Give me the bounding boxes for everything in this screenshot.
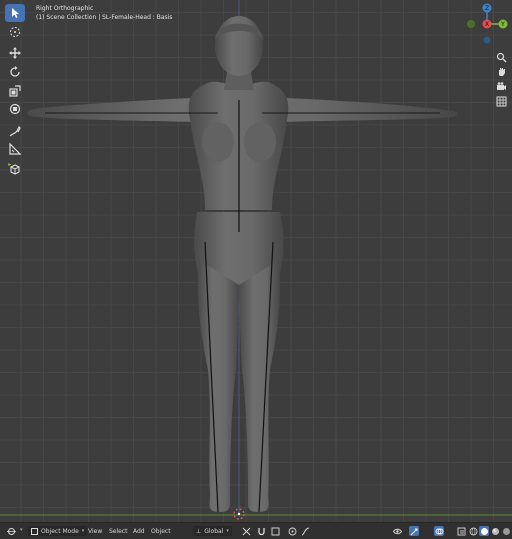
- menu-select[interactable]: Select: [109, 526, 128, 536]
- wireframe-sphere-icon: [469, 527, 477, 535]
- snap-target-button[interactable]: [270, 526, 280, 536]
- zoom-magnifier-icon: [496, 52, 506, 62]
- move-icon: [9, 47, 21, 59]
- viewport-header: ▾ Object Mode ▾ View Select Add Object ⊥…: [0, 522, 512, 539]
- cursor-tool[interactable]: [5, 23, 25, 41]
- svg-text:Z: Z: [485, 5, 489, 12]
- mode-label: Object Mode: [41, 527, 79, 535]
- scale-icon: [9, 85, 21, 97]
- chevron-down-icon: ▾: [81, 528, 85, 534]
- pivot-point-button[interactable]: [241, 526, 251, 536]
- orientation-label: Global: [204, 527, 224, 535]
- move-tool[interactable]: [5, 44, 25, 62]
- falloff-curve-icon: [301, 527, 309, 535]
- shading-solid-button[interactable]: [479, 526, 489, 536]
- collection-path: (1) Scene Collection | SL-Female-Head : …: [36, 14, 173, 21]
- menu-view[interactable]: View: [88, 526, 102, 536]
- navigation-gizmo[interactable]: Z Y X: [464, 2, 510, 50]
- overlays-toggle[interactable]: [434, 526, 444, 536]
- viewport-info: Right Orthographic (1) Scene Collection …: [36, 4, 172, 22]
- annotate-pencil-icon: [9, 125, 21, 137]
- xray-toggle[interactable]: [456, 526, 466, 536]
- falloff-button[interactable]: [300, 526, 310, 536]
- neg-z-axis-handle: [483, 36, 491, 44]
- overlays-circles-icon: [435, 528, 443, 534]
- select-box-tool[interactable]: [5, 4, 25, 22]
- orientation-axes-icon: ⊥: [196, 527, 202, 535]
- grid-icon: [496, 96, 506, 106]
- svg-text:X: X: [485, 21, 489, 28]
- scale-tool[interactable]: [5, 82, 25, 100]
- camera-view-button[interactable]: [494, 79, 508, 93]
- transform-icon: [9, 103, 21, 115]
- rotate-tool[interactable]: [5, 63, 25, 81]
- female-body-mesh[interactable]: [0, 0, 512, 522]
- chest-left: [202, 122, 234, 162]
- view-name: Right Orthographic: [36, 5, 94, 12]
- annotate-tool[interactable]: [5, 122, 25, 140]
- select-cursor-icon: [12, 8, 19, 18]
- material-sphere-icon: [491, 527, 499, 535]
- chest-right: [244, 122, 276, 162]
- measure-tool[interactable]: [5, 140, 25, 158]
- proportional-edit-icon: [288, 527, 296, 535]
- shading-material-button[interactable]: [490, 526, 500, 536]
- transform-orientation-dropdown[interactable]: ⊥ Global ▾: [193, 526, 232, 536]
- mode-dropdown[interactable]: Object Mode ▾: [28, 526, 88, 536]
- proportional-edit-toggle[interactable]: [287, 526, 297, 536]
- toggle-perspective-button[interactable]: [494, 94, 508, 108]
- gizmo-arrows-icon: [410, 528, 417, 535]
- chevron-down-icon: ▾: [20, 527, 23, 533]
- magnet-icon: [257, 527, 265, 535]
- gizmo-toggle[interactable]: [409, 526, 419, 536]
- measure-ruler-icon: [9, 142, 22, 155]
- menu-object[interactable]: Object: [151, 526, 171, 536]
- pivot-point-icon: [242, 527, 250, 535]
- zoom-button[interactable]: [494, 50, 508, 64]
- solid-sphere-icon: [480, 527, 488, 535]
- visibility-button[interactable]: [392, 526, 402, 536]
- right-leg: [239, 260, 280, 512]
- object-mode-icon: [31, 527, 38, 535]
- shading-rendered-button[interactable]: [501, 526, 511, 536]
- neg-y-axis-handle: [467, 20, 475, 28]
- editor-type-icon: [6, 527, 16, 535]
- transform-tool[interactable]: [5, 100, 25, 118]
- shading-wireframe-button[interactable]: [468, 526, 478, 536]
- 3d-cursor-icon: [10, 27, 20, 37]
- 3d-viewport[interactable]: Right Orthographic (1) Scene Collection …: [0, 0, 512, 522]
- camera-icon: [496, 81, 506, 90]
- rotate-icon: [10, 66, 20, 77]
- pan-button[interactable]: [494, 64, 508, 78]
- add-cube-tool[interactable]: [5, 160, 25, 178]
- svg-text:Y: Y: [500, 21, 505, 28]
- xray-icon: [457, 527, 465, 535]
- eye-visibility-icon: [392, 528, 402, 534]
- editor-type-button[interactable]: [6, 526, 16, 536]
- snap-toggle[interactable]: [256, 526, 266, 536]
- left-leg: [198, 260, 239, 512]
- pan-hand-icon: [498, 67, 505, 76]
- rendered-sphere-icon: [502, 527, 510, 535]
- chevron-down-icon: ▾: [226, 528, 229, 534]
- menu-add[interactable]: Add: [133, 526, 145, 536]
- add-cube-icon: [8, 163, 20, 175]
- snap-target-icon: [271, 527, 279, 535]
